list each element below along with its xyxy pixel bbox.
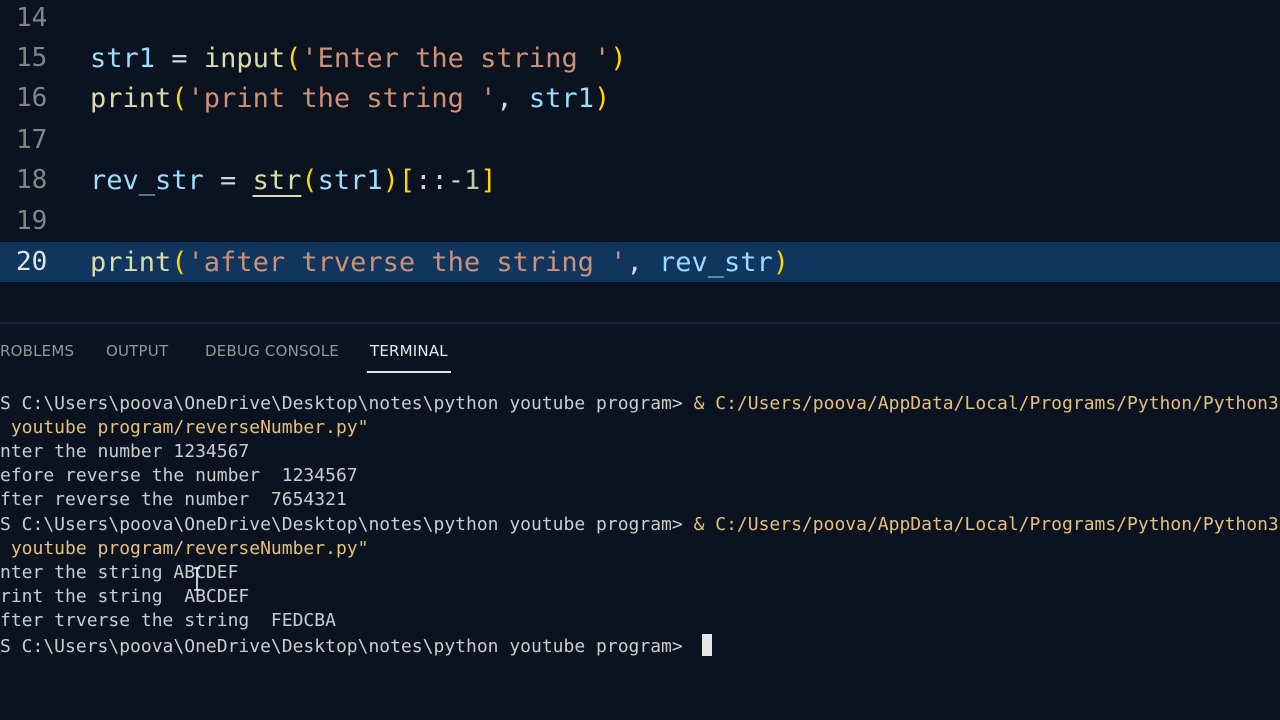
code-token-string: 'Enter the string ' — [301, 42, 611, 74]
code-token-operator: = — [203, 164, 253, 196]
line-number: 18 — [16, 165, 48, 195]
code-token-function: str — [252, 164, 302, 196]
code-line-16[interactable]: 16 print('print the string ', str1) — [0, 78, 1280, 118]
code-token-variable: str1 — [528, 82, 594, 114]
line-number: 19 — [16, 206, 48, 236]
tab-output[interactable]: OUTPUT — [106, 342, 168, 360]
code-token-operator: , — [496, 82, 529, 114]
terminal-line: fter trverse the string FEDCBA — [0, 610, 336, 631]
code-token-operator: - — [447, 164, 464, 196]
code-token-bracket: ] — [480, 164, 497, 196]
code-editor[interactable]: 14 15 str1 = input('Enter the string ') … — [0, 0, 1280, 322]
code-token-variable: rev_str — [90, 164, 204, 196]
code-token-string: 'print the string ' — [187, 82, 497, 114]
line-number: 16 — [16, 83, 48, 113]
terminal-input-line[interactable]: S C:\Users\poova\OneDrive\Desktop\notes\… — [0, 634, 1280, 658]
code-token-bracket: [ — [398, 164, 416, 196]
line-number: 15 — [16, 43, 48, 73]
code-token-operator: = — [155, 42, 204, 74]
text-cursor-icon — [194, 567, 200, 591]
terminal-prompt: S C:\Users\poova\OneDrive\Desktop\notes\… — [0, 393, 694, 414]
line-number: 14 — [16, 3, 48, 33]
code-line-20[interactable]: 20 print('after trverse the string ', re… — [0, 242, 1280, 282]
terminal-line: S C:\Users\poova\OneDrive\Desktop\notes\… — [0, 392, 1280, 416]
code-line-17[interactable]: 17 — [0, 120, 1280, 160]
terminal-line: nter the string ABCDEF — [0, 562, 239, 583]
code-token-paren: ) — [610, 42, 627, 74]
code-token-operator: , — [626, 246, 659, 278]
terminal-prompt: S C:\Users\poova\OneDrive\Desktop\notes\… — [0, 514, 694, 535]
code-line-19[interactable]: 19 — [0, 201, 1280, 241]
code-token-paren: ( — [301, 164, 318, 196]
code-token-paren: ( — [171, 246, 188, 278]
code-token-variable: rev_str — [658, 246, 773, 278]
terminal-prompt: S C:\Users\poova\OneDrive\Desktop\notes\… — [0, 636, 694, 657]
code-line-15[interactable]: 15 str1 = input('Enter the string ') — [0, 38, 1280, 78]
panel-tab-bar: ROBLEMS OUTPUT DEBUG CONSOLE TERMINAL — [0, 324, 1280, 374]
tab-terminal[interactable]: TERMINAL — [370, 342, 448, 360]
terminal-line: efore reverse the number 1234567 — [0, 465, 358, 486]
code-token-function: print — [90, 82, 172, 114]
code-token-paren: ) — [593, 82, 611, 114]
terminal-line: fter reverse the number 7654321 — [0, 489, 347, 510]
code-token-paren: ) — [382, 164, 399, 196]
code-token-string: 'after trverse the string ' — [187, 246, 627, 278]
code-token-function: input — [203, 42, 286, 74]
code-token-number: 1 — [463, 164, 481, 196]
tab-problems[interactable]: ROBLEMS — [0, 342, 74, 360]
code-token-variable: str1 — [90, 42, 156, 74]
terminal-command: & C:/Users/poova/AppData/Local/Programs/… — [693, 393, 1279, 414]
terminal-cursor — [701, 634, 712, 656]
code-token-paren: ( — [171, 82, 188, 114]
code-line-14[interactable]: 14 — [0, 0, 1280, 38]
code-line-18[interactable]: 18 rev_str = str(str1)[:: -1] — [0, 160, 1280, 200]
line-number: 17 — [16, 125, 48, 155]
code-token-variable: str1 — [317, 164, 383, 196]
terminal-line: youtube program/reverseNumber.py" — [0, 417, 369, 438]
code-token-operator: :: — [415, 164, 448, 196]
terminal-line: S C:\Users\poova\OneDrive\Desktop\notes\… — [0, 513, 1280, 537]
terminal-line: nter the number 1234567 — [0, 441, 250, 462]
code-token-paren: ( — [285, 42, 302, 74]
code-token-function: print — [90, 246, 172, 278]
terminal-line: rint the string ABCDEF — [0, 586, 250, 607]
terminal-command: & C:/Users/poova/AppData/Local/Programs/… — [693, 514, 1279, 535]
terminal-output[interactable]: S C:\Users\poova\OneDrive\Desktop\notes\… — [0, 392, 1280, 720]
active-tab-indicator — [367, 371, 451, 373]
code-token-paren: ) — [772, 246, 790, 278]
line-number: 20 — [16, 247, 48, 277]
tab-debug-console[interactable]: DEBUG CONSOLE — [205, 342, 339, 360]
terminal-line: youtube program/reverseNumber.py" — [0, 538, 369, 559]
